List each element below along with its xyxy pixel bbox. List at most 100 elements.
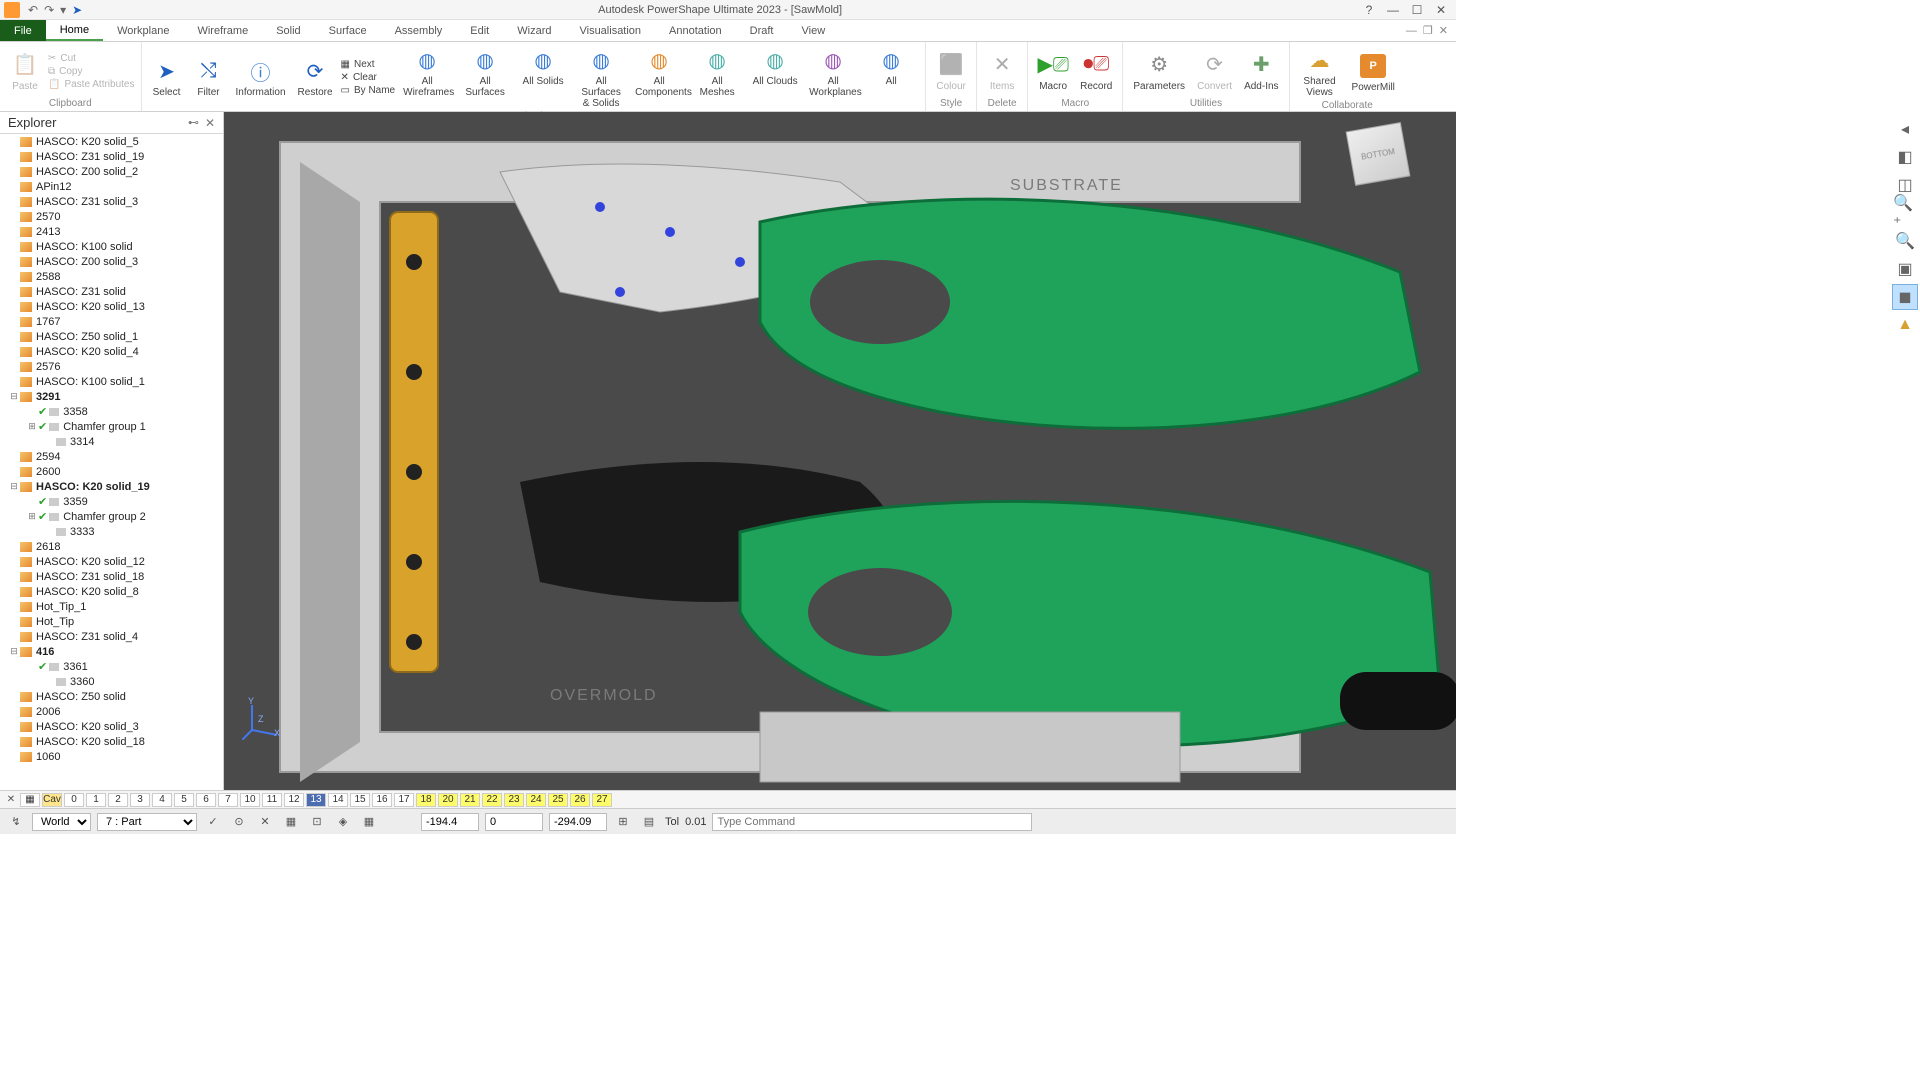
tree-item[interactable]: APin12 xyxy=(0,179,223,194)
layer-14[interactable]: 14 xyxy=(328,793,348,807)
select-all-workplanes-button[interactable]: ◍All Workplanes xyxy=(805,44,861,111)
tab-file[interactable]: File xyxy=(0,20,46,41)
cut-button[interactable]: ✂Cut xyxy=(48,53,135,64)
layer-1[interactable]: 1 xyxy=(86,793,106,807)
tab-edit[interactable]: Edit xyxy=(456,20,503,41)
tree-item[interactable]: ⊟HASCO: K20 solid_19 xyxy=(0,479,223,494)
tree-item[interactable]: HASCO: Z00 solid_2 xyxy=(0,164,223,179)
snap-d-icon[interactable]: ▦ xyxy=(281,813,301,831)
select-all-surfaces-solids-button[interactable]: ◍All Surfaces & Solids xyxy=(573,44,629,111)
select-all-button[interactable]: ◍All xyxy=(863,44,919,111)
select-all-surfaces-button[interactable]: ◍All Surfaces xyxy=(457,44,513,111)
tree-item[interactable]: ✔3358 xyxy=(0,404,223,419)
paste-attributes-button[interactable]: 📋Paste Attributes xyxy=(48,79,135,90)
mdi-minimize-icon[interactable]: — xyxy=(1406,25,1417,37)
view-iso-icon[interactable]: ◧ xyxy=(1892,144,1918,170)
tree-item[interactable]: 3314 xyxy=(0,434,223,449)
layer-25[interactable]: 25 xyxy=(548,793,568,807)
collapse-toolbar-icon[interactable]: ◂ xyxy=(1892,116,1918,142)
tree-item[interactable]: ⊞✔Chamfer group 1 xyxy=(0,419,223,434)
copy-button[interactable]: ⧉Copy xyxy=(48,66,135,77)
tree-item[interactable]: 3333 xyxy=(0,524,223,539)
layer-6[interactable]: 6 xyxy=(196,793,216,807)
tab-workplane[interactable]: Workplane xyxy=(103,20,183,41)
view-triangle-icon[interactable]: ▲ xyxy=(1892,312,1918,338)
tree-item[interactable]: 2618 xyxy=(0,539,223,554)
layer-cav-button[interactable]: Cav xyxy=(42,793,62,807)
parameters-button[interactable]: ⚙Parameters xyxy=(1129,49,1189,94)
tree-item[interactable]: ⊟416 xyxy=(0,644,223,659)
snap-c-icon[interactable]: ✕ xyxy=(255,813,275,831)
layer-7[interactable]: 7 xyxy=(218,793,238,807)
tree-item[interactable]: HASCO: K20 solid_4 xyxy=(0,344,223,359)
layer-17[interactable]: 17 xyxy=(394,793,414,807)
tree-item[interactable]: 2600 xyxy=(0,464,223,479)
view-cube[interactable]: BOTTOM xyxy=(1346,122,1411,186)
layer-21[interactable]: 21 xyxy=(460,793,480,807)
select-all-meshes-button[interactable]: ◍All Meshes xyxy=(689,44,745,111)
tree-item[interactable]: 2570 xyxy=(0,209,223,224)
lock-a-icon[interactable]: ⊞ xyxy=(613,813,633,831)
layer-2[interactable]: 2 xyxy=(108,793,128,807)
coord-z-input[interactable] xyxy=(549,813,607,831)
tree-item[interactable]: HASCO: K20 solid_3 xyxy=(0,719,223,734)
axis-icon[interactable]: ↯ xyxy=(6,813,26,831)
tree-item[interactable]: HASCO: Z31 solid_4 xyxy=(0,629,223,644)
command-input[interactable] xyxy=(712,813,1032,831)
tree-item[interactable]: 1767 xyxy=(0,314,223,329)
snap-e-icon[interactable]: ⊡ xyxy=(307,813,327,831)
tree-item[interactable]: HASCO: Z50 solid xyxy=(0,689,223,704)
colour-button[interactable]: ⬛Colour xyxy=(932,49,970,94)
workplane-select[interactable]: World xyxy=(32,813,91,831)
layer-select[interactable]: 7 : Part xyxy=(97,813,197,831)
tree-item[interactable]: 2413 xyxy=(0,224,223,239)
select-all-solids-button[interactable]: ◍All Solids xyxy=(515,44,571,111)
tree-item[interactable]: 2588 xyxy=(0,269,223,284)
viewport-3d[interactable]: SUBSTRATE OVERMOLD BOTTOM X Y Z xyxy=(224,112,1456,790)
undo-icon[interactable]: ↶ xyxy=(28,3,38,17)
view-shaded-icon[interactable]: ◼ xyxy=(1892,284,1918,310)
layer-10[interactable]: 10 xyxy=(240,793,260,807)
tree-item[interactable]: HASCO: K20 solid_5 xyxy=(0,134,223,149)
layer-26[interactable]: 26 xyxy=(570,793,590,807)
lock-b-icon[interactable]: ▤ xyxy=(639,813,659,831)
layer-27[interactable]: 27 xyxy=(592,793,612,807)
layer-icon-a[interactable]: ▦ xyxy=(20,793,40,807)
snap-b-icon[interactable]: ⊙ xyxy=(229,813,249,831)
tree-item[interactable]: HASCO: Z00 solid_3 xyxy=(0,254,223,269)
tree-item[interactable]: ⊟3291 xyxy=(0,389,223,404)
close-panel-icon[interactable]: ✕ xyxy=(205,116,215,130)
layer-24[interactable]: 24 xyxy=(526,793,546,807)
mdi-close-icon[interactable]: ✕ xyxy=(1439,24,1448,37)
tab-surface[interactable]: Surface xyxy=(315,20,381,41)
layer-3[interactable]: 3 xyxy=(130,793,150,807)
layer-16[interactable]: 16 xyxy=(372,793,392,807)
tab-view[interactable]: View xyxy=(788,20,840,41)
layer-4[interactable]: 4 xyxy=(152,793,172,807)
filter-button[interactable]: ⤭Filter xyxy=(190,55,228,100)
tree-item[interactable]: HASCO: Z31 solid_18 xyxy=(0,569,223,584)
redo-icon[interactable]: ↷ xyxy=(44,3,54,17)
qat-dropdown-icon[interactable]: ▾ xyxy=(60,3,66,17)
tree-item[interactable]: HASCO: Z50 solid_1 xyxy=(0,329,223,344)
restore-button[interactable]: ⟳Restore xyxy=(294,55,337,100)
tab-wireframe[interactable]: Wireframe xyxy=(183,20,262,41)
tree-item[interactable]: Hot_Tip_1 xyxy=(0,599,223,614)
tree-item[interactable]: HASCO: K100 solid xyxy=(0,239,223,254)
tree-item[interactable]: Hot_Tip xyxy=(0,614,223,629)
addins-button[interactable]: ✚Add-Ins xyxy=(1240,49,1282,94)
select-all-wireframes-button[interactable]: ◍All Wireframes xyxy=(399,44,455,111)
maximize-icon[interactable]: ☐ xyxy=(1406,3,1428,17)
tree-item[interactable]: ✔3359 xyxy=(0,494,223,509)
tree-item[interactable]: HASCO: K20 solid_8 xyxy=(0,584,223,599)
tree-item[interactable]: HASCO: K20 solid_13 xyxy=(0,299,223,314)
minimize-icon[interactable]: — xyxy=(1382,3,1404,17)
layer-18[interactable]: 18 xyxy=(416,793,436,807)
snap-a-icon[interactable]: ✓ xyxy=(203,813,223,831)
delete-items-button[interactable]: ✕Items xyxy=(983,49,1021,94)
shared-views-button[interactable]: ☁Shared Views xyxy=(1296,44,1344,100)
snap-f-icon[interactable]: ◈ xyxy=(333,813,353,831)
layer-12[interactable]: 12 xyxy=(284,793,304,807)
layer-5[interactable]: 5 xyxy=(174,793,194,807)
coord-y-input[interactable] xyxy=(485,813,543,831)
